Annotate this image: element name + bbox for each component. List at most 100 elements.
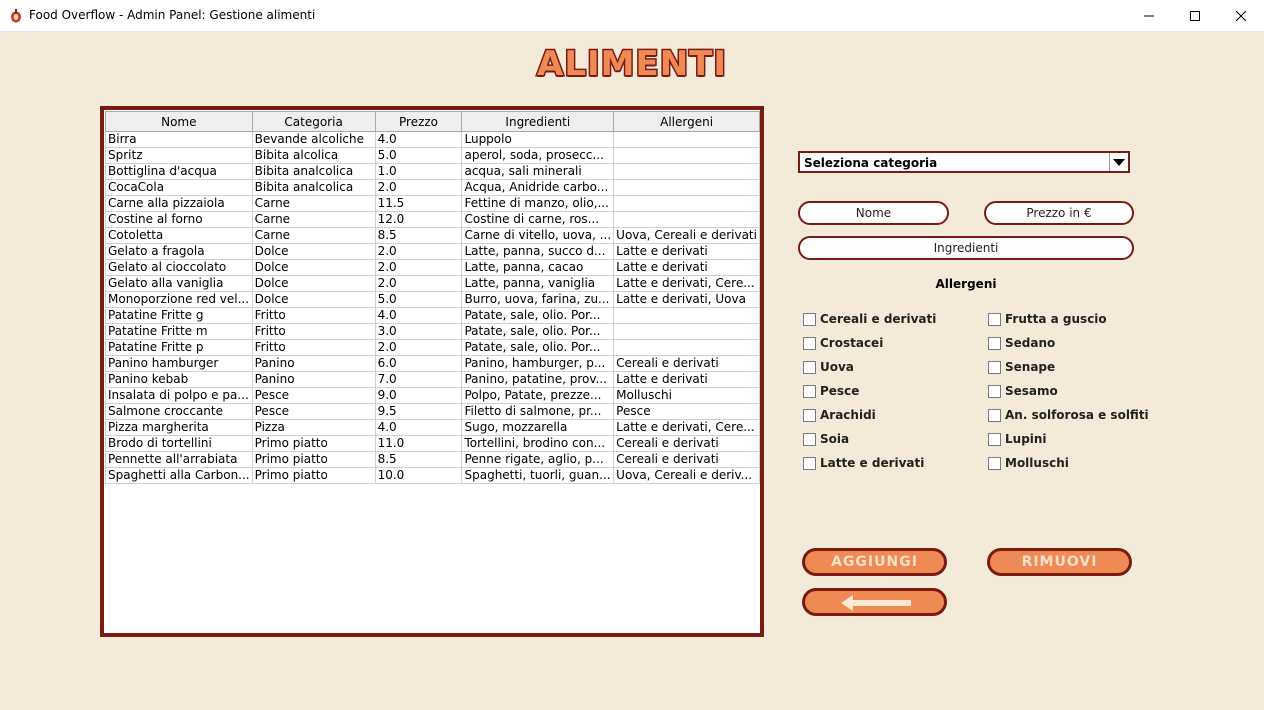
minimize-button[interactable] <box>1126 0 1172 31</box>
cell-categoria[interactable]: Primo piatto <box>251 435 376 452</box>
cell-allergeni[interactable] <box>613 339 760 356</box>
cell-categoria[interactable]: Bibita alcolica <box>251 147 376 164</box>
cell-ingredienti[interactable]: Luppolo <box>461 131 615 148</box>
cell-categoria[interactable]: Panino <box>251 355 376 372</box>
table-row[interactable]: Spaghetti alla Carbon... Primo piatto 10.0… <box>105 467 760 484</box>
cell-categoria[interactable]: Fritto <box>251 323 376 340</box>
cell-nome[interactable]: Panino kebab <box>105 371 253 388</box>
table-row[interactable]: Monoporzione red vel... Dolce 5.0 Burro, uo… <box>105 291 760 308</box>
cell-ingredienti[interactable]: Spaghetti, tuorli, guan... <box>461 467 615 484</box>
ingredients-field[interactable]: Ingredienti <box>798 236 1134 260</box>
cell-nome[interactable]: Pennette all'arrabiata <box>105 451 253 468</box>
column-header-ingredienti[interactable]: Ingredienti <box>461 111 615 132</box>
cell-allergeni[interactable]: Latte e derivati, Uova <box>613 291 760 308</box>
category-select-arrow[interactable] <box>1109 153 1128 171</box>
cell-nome[interactable]: Patatine Fritte p <box>105 339 253 356</box>
cell-ingredienti[interactable]: Patate, sale, olio. Por... <box>461 339 615 356</box>
cell-ingredienti[interactable]: Panino, patatine, prov... <box>461 371 615 388</box>
allergen-checkbox[interactable]: Soia <box>803 432 963 448</box>
table-row[interactable]: Insalata di polpo e pa... Pesce 9.0 Polpo, … <box>105 387 760 404</box>
cell-allergeni[interactable]: Uova, Cereali e deriv... <box>613 467 760 484</box>
checkbox-box[interactable] <box>803 337 816 350</box>
cell-allergeni[interactable]: Latte e derivati <box>613 259 760 276</box>
table-row[interactable]: Carne alla pizzaiola Carne 11.5 Fettine di … <box>105 195 760 212</box>
allergen-checkbox[interactable]: Uova <box>803 360 963 376</box>
cell-allergeni[interactable] <box>613 211 760 228</box>
table-row[interactable]: Spritz Bibita alcolica 5.0 aperol, soda, pr… <box>105 147 760 164</box>
cell-categoria[interactable]: Pesce <box>251 387 376 404</box>
category-select[interactable]: Seleziona categoria <box>798 151 1130 173</box>
table-row[interactable]: Gelato al cioccolato Dolce 2.0 Latte, panna… <box>105 259 760 276</box>
cell-categoria[interactable]: Pesce <box>251 403 376 420</box>
table-row[interactable]: Patatine Fritte m Fritto 3.0 Patate, sale, … <box>105 323 760 340</box>
cell-allergeni[interactable] <box>613 179 760 196</box>
cell-nome[interactable]: Spaghetti alla Carbon... <box>105 467 253 484</box>
cell-allergeni[interactable]: Pesce <box>613 403 760 420</box>
column-header-categoria[interactable]: Categoria <box>251 111 376 132</box>
cell-categoria[interactable]: Pizza <box>251 419 376 436</box>
checkbox-box[interactable] <box>988 313 1001 326</box>
cell-allergeni[interactable]: Uova, Cereali e derivati <box>613 227 760 244</box>
cell-prezzo[interactable]: 11.5 <box>374 195 463 212</box>
cell-ingredienti[interactable]: Carne di vitello, uova, ... <box>461 227 615 244</box>
cell-nome[interactable]: Pizza margherita <box>105 419 253 436</box>
cell-categoria[interactable]: Dolce <box>251 275 376 292</box>
checkbox-box[interactable] <box>803 385 816 398</box>
close-button[interactable] <box>1218 0 1264 31</box>
column-header-prezzo[interactable]: Prezzo <box>374 111 463 132</box>
allergen-checkbox[interactable]: Latte e derivati <box>803 456 963 472</box>
price-field[interactable]: Prezzo in € <box>984 201 1134 225</box>
cell-nome[interactable]: Brodo di tortellini <box>105 435 253 452</box>
cell-prezzo[interactable]: 1.0 <box>374 163 463 180</box>
column-header-nome[interactable]: Nome <box>105 111 253 132</box>
cell-allergeni[interactable]: Cereali e derivati <box>613 435 760 452</box>
allergen-checkbox[interactable]: An. solforosa e solfiti <box>988 408 1149 424</box>
table-row[interactable]: Pennette all'arrabiata Primo piatto 8.5 Pen… <box>105 451 760 468</box>
checkbox-box[interactable] <box>803 409 816 422</box>
cell-ingredienti[interactable]: Panino, hamburger, p... <box>461 355 615 372</box>
table-row[interactable]: Panino kebab Panino 7.0 Panino, patatine, p… <box>105 371 760 388</box>
cell-prezzo[interactable]: 11.0 <box>374 435 463 452</box>
cell-prezzo[interactable]: 4.0 <box>374 131 463 148</box>
cell-nome[interactable]: Gelato al cioccolato <box>105 259 253 276</box>
cell-allergeni[interactable] <box>613 131 760 148</box>
cell-prezzo[interactable]: 10.0 <box>374 467 463 484</box>
cell-ingredienti[interactable]: Sugo, mozzarella <box>461 419 615 436</box>
cell-categoria[interactable]: Carne <box>251 227 376 244</box>
cell-categoria[interactable]: Primo piatto <box>251 467 376 484</box>
cell-nome[interactable]: Bottiglina d'acqua <box>105 163 253 180</box>
cell-ingredienti[interactable]: aperol, soda, prosecc... <box>461 147 615 164</box>
cell-nome[interactable]: Spritz <box>105 147 253 164</box>
name-field[interactable]: Nome <box>798 201 949 225</box>
cell-nome[interactable]: Panino hamburger <box>105 355 253 372</box>
cell-prezzo[interactable]: 2.0 <box>374 179 463 196</box>
table-row[interactable]: Patatine Fritte g Fritto 4.0 Patate, sale, … <box>105 307 760 324</box>
cell-allergeni[interactable] <box>613 307 760 324</box>
cell-prezzo[interactable]: 8.5 <box>374 227 463 244</box>
cell-prezzo[interactable]: 4.0 <box>374 419 463 436</box>
allergen-checkbox[interactable]: Frutta a guscio <box>988 312 1148 328</box>
cell-categoria[interactable]: Carne <box>251 195 376 212</box>
cell-prezzo[interactable]: 5.0 <box>374 291 463 308</box>
cell-ingredienti[interactable]: acqua, sali minerali <box>461 163 615 180</box>
cell-prezzo[interactable]: 2.0 <box>374 339 463 356</box>
cell-allergeni[interactable] <box>613 323 760 340</box>
checkbox-box[interactable] <box>988 385 1001 398</box>
foods-table[interactable]: Nome Categoria Prezzo Ingredienti Allerg… <box>105 111 760 484</box>
allergen-checkbox[interactable]: Sesamo <box>988 384 1148 400</box>
cell-categoria[interactable]: Fritto <box>251 339 376 356</box>
cell-ingredienti[interactable]: Latte, panna, succo d... <box>461 243 615 260</box>
allergen-checkbox[interactable]: Lupini <box>988 432 1148 448</box>
cell-prezzo[interactable]: 4.0 <box>374 307 463 324</box>
checkbox-box[interactable] <box>803 361 816 374</box>
cell-categoria[interactable]: Dolce <box>251 243 376 260</box>
allergen-checkbox[interactable]: Sedano <box>988 336 1148 352</box>
cell-categoria[interactable]: Bibita analcolica <box>251 179 376 196</box>
cell-prezzo[interactable]: 6.0 <box>374 355 463 372</box>
back-button[interactable] <box>802 588 947 616</box>
cell-allergeni[interactable]: Molluschi <box>613 387 760 404</box>
cell-allergeni[interactable] <box>613 195 760 212</box>
cell-prezzo[interactable]: 9.5 <box>374 403 463 420</box>
allergen-checkbox[interactable]: Senape <box>988 360 1148 376</box>
cell-ingredienti[interactable]: Burro, uova, farina, zu... <box>461 291 615 308</box>
